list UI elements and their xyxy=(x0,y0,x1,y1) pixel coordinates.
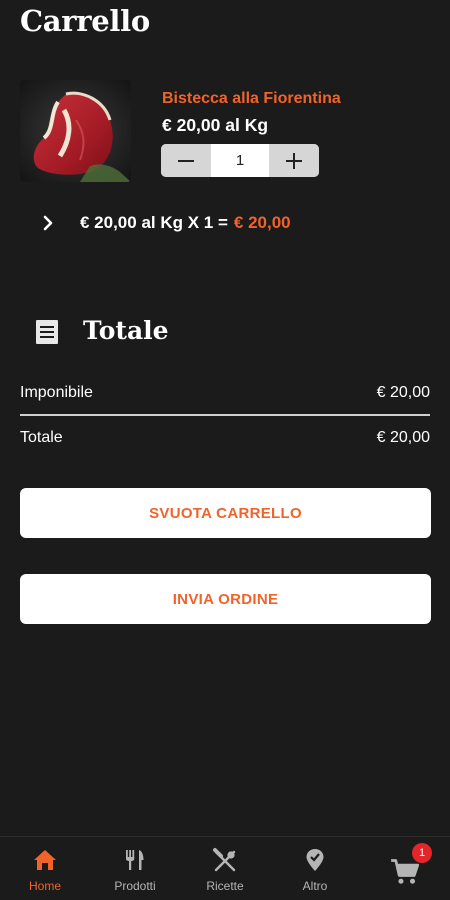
product-image[interactable] xyxy=(20,80,131,182)
summary-value: € 20,00 xyxy=(376,429,430,446)
fork-knife-icon xyxy=(126,850,144,870)
send-order-button[interactable]: INVIA ORDINE xyxy=(20,574,431,624)
nav-item-cart[interactable]: 1 xyxy=(360,837,450,900)
nav-label: Altro xyxy=(302,879,328,893)
plus-icon xyxy=(286,152,302,169)
increase-quantity-button[interactable] xyxy=(269,144,319,177)
nav-item-altro[interactable]: Altro xyxy=(270,837,360,900)
cart-icon xyxy=(391,859,420,884)
cart-count-badge: 1 xyxy=(412,843,432,863)
bottom-nav: Home Prodotti Ricette Altro 1 xyxy=(0,836,450,900)
line-total: € 20,00 al Kg X 1 = € 20,00 xyxy=(40,211,291,235)
crossed-utensils-icon xyxy=(213,848,236,872)
quantity-input[interactable]: 1 xyxy=(211,144,269,177)
home-icon xyxy=(34,850,56,870)
map-pin-icon xyxy=(306,849,324,871)
line-calculation: € 20,00 al Kg X 1 = xyxy=(80,213,228,232)
nav-item-ricette[interactable]: Ricette xyxy=(180,837,270,900)
summary-value: € 20,00 xyxy=(376,384,430,401)
line-total-value: € 20,00 xyxy=(233,213,291,232)
nav-item-prodotti[interactable]: Prodotti xyxy=(90,837,180,900)
product-unit-price: € 20,00 al Kg xyxy=(162,115,269,135)
summary-label: Totale xyxy=(20,429,63,446)
nav-label: Ricette xyxy=(206,879,244,893)
product-name[interactable]: Bistecca alla Fiorentina xyxy=(162,90,341,108)
nav-label: Prodotti xyxy=(114,879,156,893)
totals-title: Totale xyxy=(83,316,169,345)
cart-item: Bistecca alla Fiorentina € 20,00 al Kg 1 xyxy=(20,80,430,184)
divider xyxy=(20,414,430,416)
totals-header: Totale xyxy=(36,316,169,345)
minus-icon xyxy=(178,159,194,162)
summary-row-totale: Totale € 20,00 xyxy=(20,429,430,447)
quantity-stepper: 1 xyxy=(161,144,319,177)
nav-label: Home xyxy=(28,879,61,893)
decrease-quantity-button[interactable] xyxy=(161,144,211,177)
summary-row-imponibile: Imponibile € 20,00 xyxy=(20,384,430,402)
receipt-icon xyxy=(36,319,58,344)
empty-cart-button[interactable]: SVUOTA CARRELLO xyxy=(20,488,431,538)
page-title: Carrello xyxy=(20,4,150,38)
nav-item-home[interactable]: Home xyxy=(0,837,90,900)
chevron-right-icon[interactable] xyxy=(40,215,56,231)
summary-label: Imponibile xyxy=(20,384,93,401)
